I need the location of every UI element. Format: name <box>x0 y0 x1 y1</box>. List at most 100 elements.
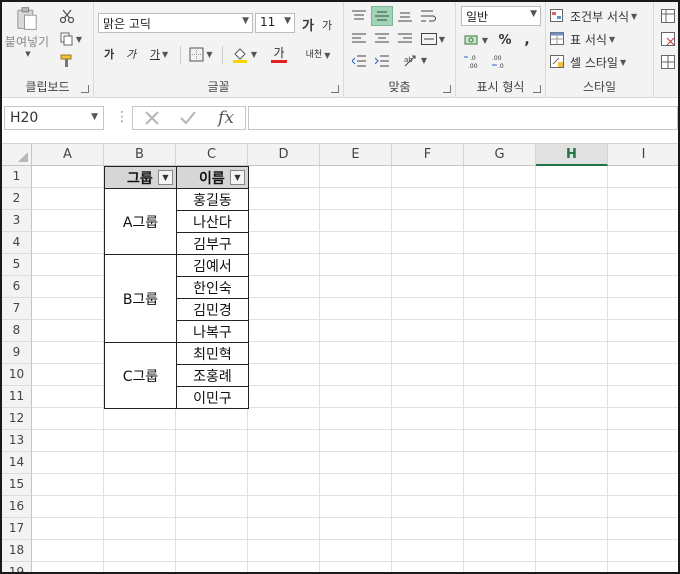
align-right-button[interactable] <box>394 30 416 48</box>
chevron-down-icon: ▼ <box>284 16 291 26</box>
name-cell[interactable]: 김민경 <box>176 298 249 321</box>
format-painter-button[interactable] <box>56 52 78 70</box>
insert-function-button[interactable]: fx <box>213 108 239 128</box>
column-header-g[interactable]: G <box>464 144 536 166</box>
name-cell[interactable]: 조홍례 <box>176 364 249 387</box>
grow-font-button[interactable]: 가 <box>299 14 317 34</box>
number-format-combo[interactable]: 일반 ▼ <box>461 6 541 26</box>
worksheet-grid[interactable]: ABCDEFGHI 1 2 3 4 5 6 7 8 9 10 11 12 13 14 15 16 17 18 19 … <box>2 144 678 572</box>
phonetic-button[interactable]: 내천 ▼ <box>304 44 332 66</box>
name-cell[interactable]: 최민혁 <box>176 342 249 365</box>
chevron-down-icon: ▼ <box>242 16 249 26</box>
number-launcher-icon[interactable] <box>533 85 541 93</box>
filter-dropdown-icon[interactable]: ▼ <box>230 170 245 185</box>
table-header-group[interactable]: 그룹 ▼ <box>104 166 177 189</box>
row-header-14[interactable]: 14 <box>2 452 32 474</box>
clipboard-launcher-icon[interactable] <box>81 85 89 93</box>
underline-button[interactable]: 가 ▼ <box>144 44 174 64</box>
name-cell[interactable]: 홍길동 <box>176 188 249 211</box>
format-cells-button[interactable] <box>658 52 678 72</box>
row-header-2[interactable]: 2 <box>2 188 32 210</box>
row-header-10[interactable]: 10 <box>2 364 32 386</box>
column-header-f[interactable]: F <box>392 144 464 166</box>
align-middle-button[interactable] <box>371 6 393 26</box>
align-bottom-button[interactable] <box>394 6 416 26</box>
fill-color-button[interactable]: ▼ <box>228 42 260 66</box>
row-header-4[interactable]: 4 <box>2 232 32 254</box>
accounting-format-button[interactable]: ▼ <box>462 30 490 50</box>
row-header-9[interactable]: 9 <box>2 342 32 364</box>
row-header-6[interactable]: 6 <box>2 276 32 298</box>
group-cell[interactable]: C그룹 <box>104 342 177 409</box>
column-header-a[interactable]: A <box>32 144 104 166</box>
increase-decimal-button[interactable]: .0.00 <box>462 52 486 70</box>
align-top-button[interactable] <box>348 6 370 26</box>
formula-input[interactable] <box>248 106 678 130</box>
conditional-formatting-button[interactable]: 조건부 서식 ▼ <box>550 6 650 26</box>
table-icon <box>550 32 564 45</box>
row-header-3[interactable]: 3 <box>2 210 32 232</box>
column-header-h[interactable]: H <box>536 144 608 166</box>
increase-indent-button[interactable] <box>371 52 393 70</box>
font-launcher-icon[interactable] <box>331 85 339 93</box>
row-header-17[interactable]: 17 <box>2 518 32 540</box>
row-header-16[interactable]: 16 <box>2 496 32 518</box>
font-color-button[interactable]: 가 <box>262 42 296 66</box>
align-center-button[interactable] <box>371 30 393 48</box>
font-size-combo[interactable]: 11 ▼ <box>255 13 295 33</box>
percent-style-button[interactable]: % <box>496 30 514 50</box>
copy-dropdown-icon[interactable]: ▼ <box>76 35 82 44</box>
name-cell[interactable]: 나복구 <box>176 320 249 343</box>
alignment-launcher-icon[interactable] <box>443 85 451 93</box>
group-cell[interactable]: A그룹 <box>104 188 177 255</box>
row-header-8[interactable]: 8 <box>2 320 32 342</box>
table-header-name[interactable]: 이름 ▼ <box>176 166 249 189</box>
row-header-13[interactable]: 13 <box>2 430 32 452</box>
borders-button[interactable]: ▼ <box>186 44 216 64</box>
name-cell[interactable]: 김예서 <box>176 254 249 277</box>
row-header-5[interactable]: 5 <box>2 254 32 276</box>
column-header-i[interactable]: I <box>608 144 678 166</box>
wrap-text-button[interactable] <box>418 6 440 26</box>
formula-bar-grip-icon[interactable]: ⋮ <box>115 109 129 125</box>
name-cell[interactable]: 김부구 <box>176 232 249 255</box>
font-name-combo[interactable]: 맑은 고딕 ▼ <box>98 13 253 33</box>
copy-button[interactable]: ▼ <box>56 30 86 48</box>
bold-button[interactable]: 가 <box>100 44 118 64</box>
merge-center-button[interactable]: ▼ <box>418 30 448 48</box>
row-header-18[interactable]: 18 <box>2 540 32 562</box>
italic-button[interactable]: 가 <box>122 44 140 64</box>
cut-button[interactable] <box>56 6 78 26</box>
delete-cells-button[interactable] <box>658 29 678 49</box>
decrease-indent-button[interactable] <box>348 52 370 70</box>
cell-styles-button[interactable]: 셀 스타일 ▼ <box>550 52 650 72</box>
row-header-12[interactable]: 12 <box>2 408 32 430</box>
row-header-19[interactable]: 19 <box>2 562 32 572</box>
align-left-button[interactable] <box>348 30 370 48</box>
format-as-table-button[interactable]: 표 서식 ▼ <box>550 29 650 49</box>
select-all-button[interactable] <box>2 144 32 166</box>
paste-dropdown-icon[interactable]: ▼ <box>25 50 30 58</box>
column-header-b[interactable]: B <box>104 144 176 166</box>
name-cell[interactable]: 이민구 <box>176 386 249 409</box>
column-header-c[interactable]: C <box>176 144 248 166</box>
name-cell[interactable]: 나산다 <box>176 210 249 233</box>
name-cell[interactable]: 한인숙 <box>176 276 249 299</box>
group-cell[interactable]: B그룹 <box>104 254 177 343</box>
name-box[interactable]: H20 ▼ <box>4 106 104 130</box>
enter-button[interactable] <box>177 109 199 127</box>
orientation-button[interactable]: ab ▼ <box>400 50 430 70</box>
row-header-1[interactable]: 1 <box>2 166 32 188</box>
insert-cells-button[interactable] <box>658 6 678 26</box>
column-header-d[interactable]: D <box>248 144 320 166</box>
column-header-e[interactable]: E <box>320 144 392 166</box>
comma-style-button[interactable]: , <box>518 30 536 50</box>
filter-dropdown-icon[interactable]: ▼ <box>158 170 173 185</box>
row-header-11[interactable]: 11 <box>2 386 32 408</box>
row-header-7[interactable]: 7 <box>2 298 32 320</box>
cancel-button[interactable] <box>141 109 163 127</box>
shrink-font-button[interactable]: 가 <box>319 16 335 34</box>
decrease-decimal-button[interactable]: .00.0 <box>488 52 512 70</box>
paste-button[interactable]: 붙여넣기 ▼ <box>4 6 50 58</box>
row-header-15[interactable]: 15 <box>2 474 32 496</box>
